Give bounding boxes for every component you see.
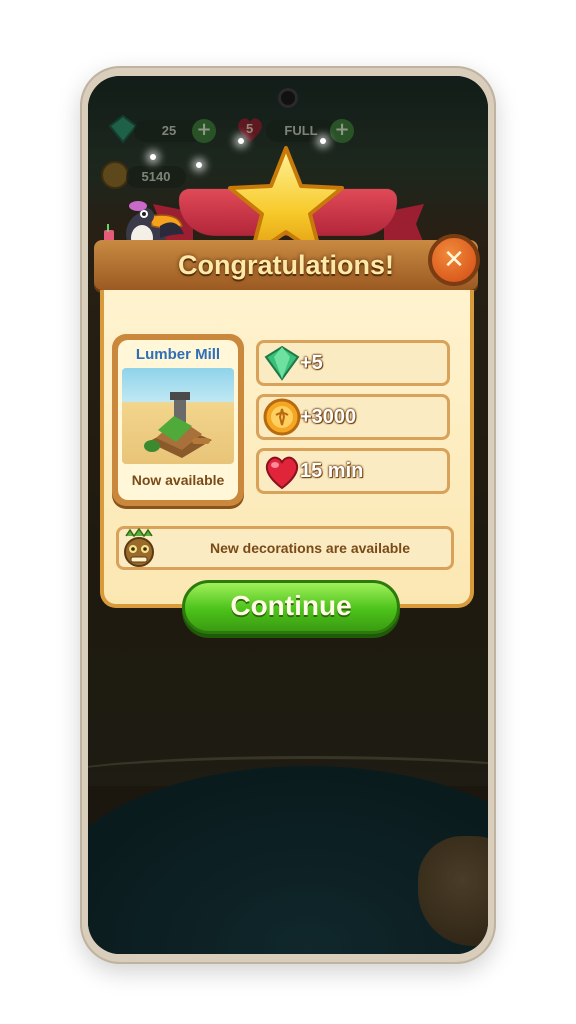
dialog-title: Congratulations! (178, 250, 394, 280)
heart-icon (265, 456, 299, 490)
lumber-mill-image (122, 368, 234, 464)
lumber-mill-icon (144, 392, 212, 458)
tiki-mask-icon (124, 528, 154, 567)
front-camera (281, 91, 295, 105)
continue-button-label: Continue (230, 590, 352, 621)
gem-icon (264, 345, 300, 381)
unlock-card-status: Now available (131, 472, 225, 488)
reward-lives-value: 15 min (300, 460, 364, 482)
close-x-icon: ✕ (443, 245, 465, 275)
unlock-card: Lumber Mill Now available (118, 340, 238, 500)
coin-icon (263, 398, 301, 436)
unlock-card-title: Lumber Mill (135, 346, 221, 363)
close-button[interactable]: ✕ (428, 234, 480, 286)
reward-coins-value: +3000 (300, 406, 357, 428)
decorations-message: New decorations are available (210, 540, 410, 556)
congratulations-dialog: Congratulations! ✕ Lumber Mill Now avail… (88, 76, 488, 954)
reward-gems-value: +5 (300, 352, 323, 374)
